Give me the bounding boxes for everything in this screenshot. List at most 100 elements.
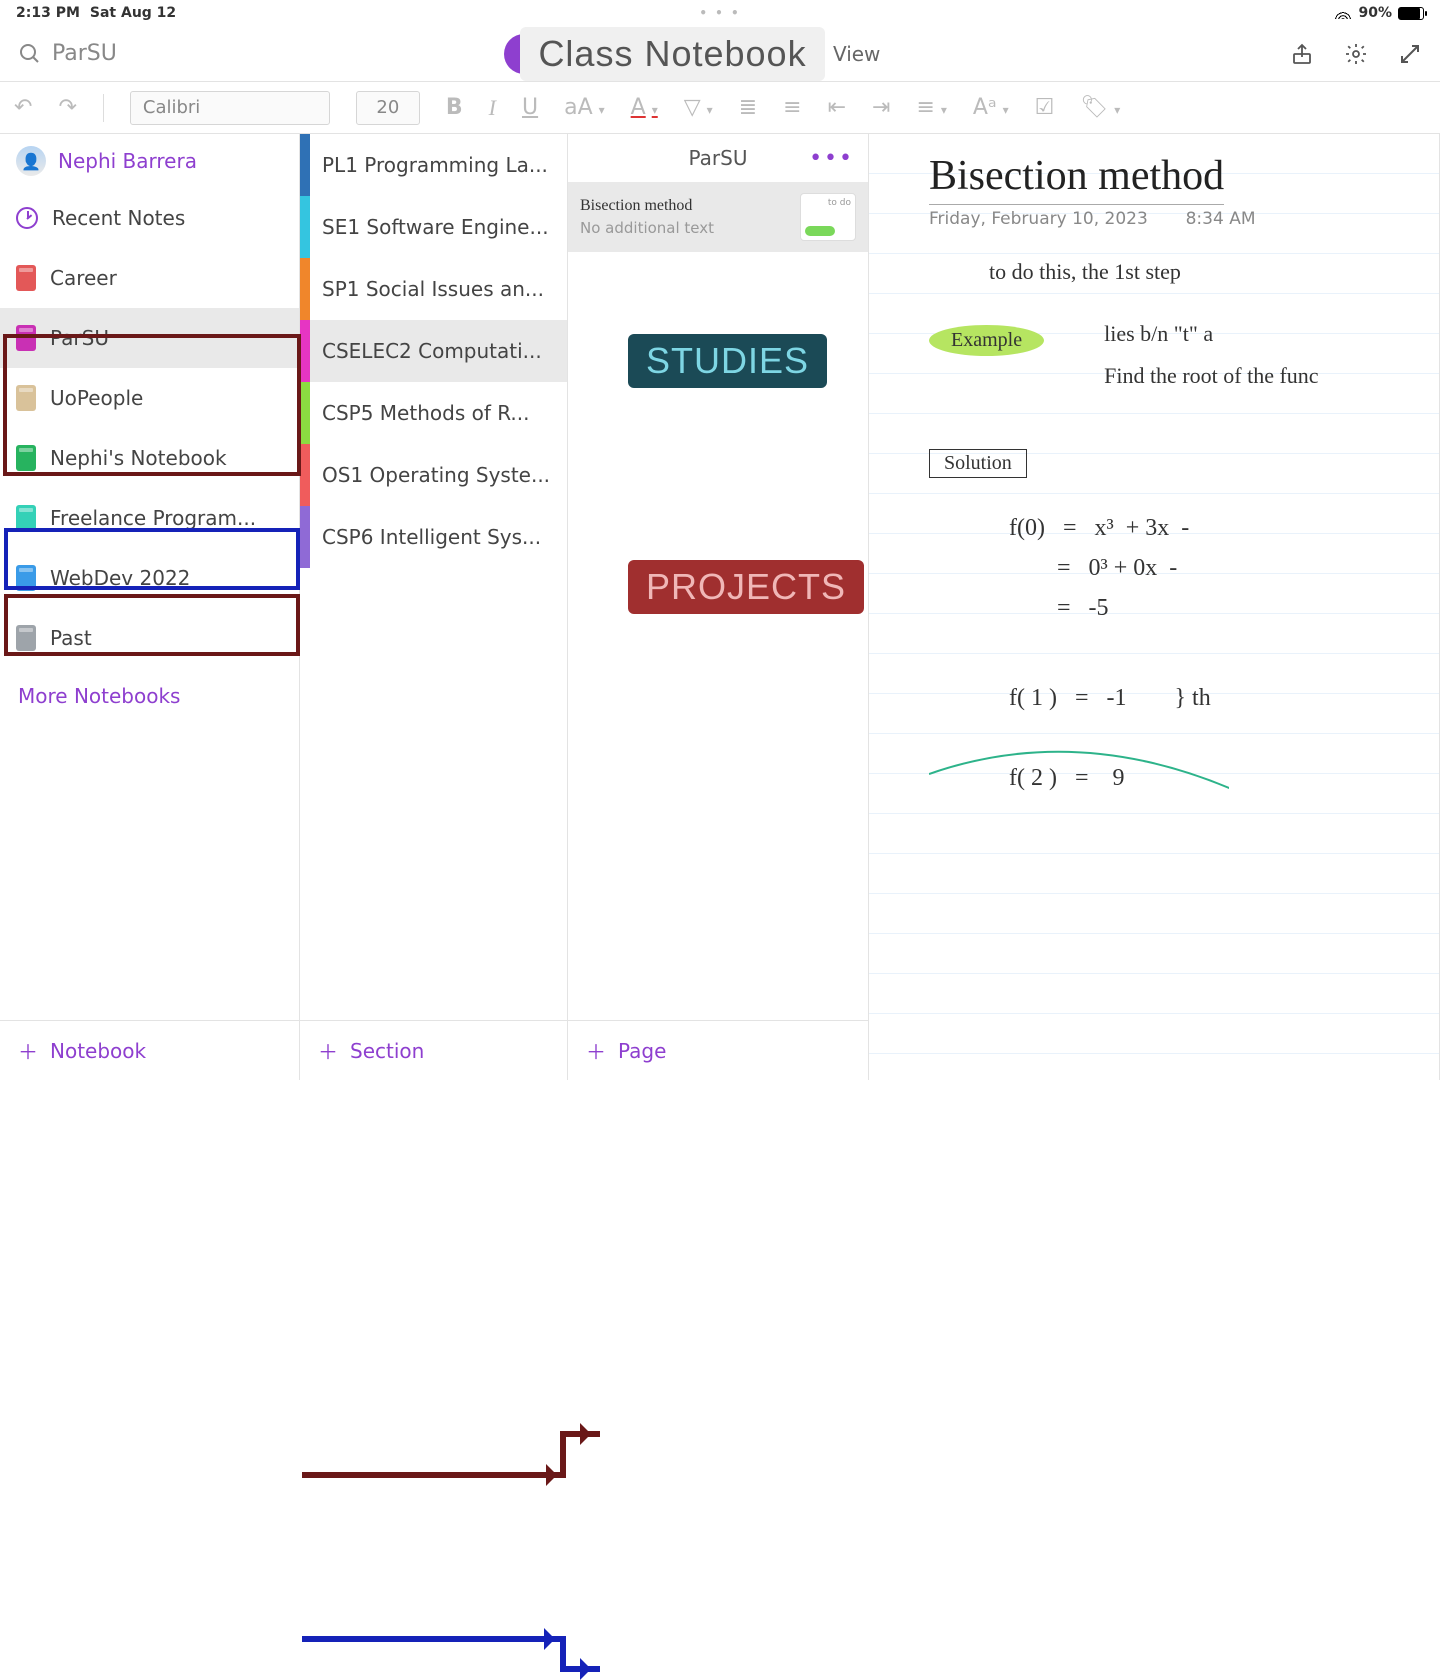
notebook-freelance[interactable]: Freelance Program... <box>0 488 299 548</box>
notebook-icon <box>16 265 36 291</box>
notebook-icon <box>16 565 36 591</box>
indent-button[interactable]: ⇥ <box>872 95 890 120</box>
notebook-nephis[interactable]: Nephi's Notebook <box>0 428 299 488</box>
notebook-title: ParSU ••• <box>568 134 868 182</box>
section-label: CSP6 Intelligent Sys... <box>300 525 541 549</box>
example-highlight: Example <box>929 325 1044 356</box>
section-color-tab <box>300 258 310 320</box>
settings-icon[interactable] <box>1344 42 1368 66</box>
recent-notes[interactable]: Recent Notes <box>0 188 299 248</box>
share-icon[interactable] <box>1290 42 1314 66</box>
annotation-label-projects: PROJECTS <box>628 560 864 614</box>
status-date: Sat Aug 12 <box>90 5 176 21</box>
section-item[interactable]: SP1 Social Issues an... <box>300 258 567 320</box>
textcase-button[interactable]: aA <box>564 95 605 120</box>
plus-icon: ＋ <box>18 1036 38 1065</box>
annotation-label-studies: STUDIES <box>628 334 827 388</box>
note-line: lies b/n "t" a <box>1104 321 1318 347</box>
numbering-button[interactable]: ≡ <box>783 95 801 120</box>
device-statusbar: 2:13 PM Sat Aug 12 • • • 90% <box>0 0 1440 26</box>
notebook-parsu[interactable]: ParSU <box>0 308 299 368</box>
fullscreen-icon[interactable] <box>1398 42 1422 66</box>
page-subtitle: No additional text <box>580 219 788 237</box>
notebook-icon <box>16 625 36 651</box>
notebook-uopeople[interactable]: UoPeople <box>0 368 299 428</box>
section-item[interactable]: CSP5 Methods of R... <box>300 382 567 444</box>
font-color-button[interactable]: A <box>631 95 658 120</box>
format-ribbon: ↶ ↷ Calibri 20 B I U aA A ▽ ≣ ≡ ⇤ ⇥ ≡ Aᵃ… <box>0 82 1440 134</box>
section-color-tab <box>300 444 310 506</box>
paragraph-button[interactable]: ≡ <box>916 95 946 120</box>
section-label: PL1 Programming La... <box>300 153 548 177</box>
note-line: to do this, the 1st step <box>989 259 1439 285</box>
search-placeholder[interactable]: ParSU <box>52 41 117 66</box>
font-size[interactable]: 20 <box>356 91 420 125</box>
clock-icon <box>16 207 38 229</box>
styles-button[interactable]: Aᵃ <box>973 95 1009 120</box>
add-section[interactable]: ＋ Section <box>300 1020 567 1080</box>
section-color-tab <box>300 506 310 568</box>
equation: = -5 <box>1009 588 1439 628</box>
redo-icon[interactable]: ↷ <box>58 95 76 120</box>
section-label: CSP5 Methods of R... <box>300 401 529 425</box>
section-label: SE1 Software Engine... <box>300 215 549 239</box>
note-line: Find the root of the func <box>1104 363 1318 389</box>
notebook-icon <box>16 445 36 471</box>
notebook-past[interactable]: Past <box>0 608 299 668</box>
battery-percent: 90% <box>1358 5 1392 21</box>
multitasking-handle[interactable]: • • • <box>699 6 740 20</box>
tags-button[interactable]: 🏷 <box>1080 95 1120 120</box>
outdent-button[interactable]: ⇤ <box>828 95 846 120</box>
todo-tag-button[interactable]: ☑ <box>1035 95 1055 120</box>
section-color-tab <box>300 320 310 382</box>
section-item[interactable]: CSELEC2 Computati... <box>300 320 567 382</box>
underline-button[interactable]: U <box>522 95 538 120</box>
plus-icon: ＋ <box>318 1036 338 1065</box>
battery-icon <box>1398 7 1424 20</box>
account-name: Nephi Barrera <box>58 149 197 173</box>
section-item[interactable]: OS1 Operating Syste... <box>300 444 567 506</box>
notebook-icon <box>16 385 36 411</box>
solution-box: Solution <box>929 449 1027 478</box>
highlight-button[interactable]: ▽ <box>684 95 713 120</box>
equation: f(0) = x³ + 3x - <box>1009 508 1439 548</box>
section-item[interactable]: PL1 Programming La... <box>300 134 567 196</box>
more-icon[interactable]: ••• <box>809 146 854 171</box>
font-select[interactable]: Calibri <box>130 91 330 125</box>
bullets-button[interactable]: ≣ <box>739 95 757 120</box>
section-label: SP1 Social Issues an... <box>300 277 544 301</box>
equation: f( 2 ) = 9 <box>1009 758 1439 798</box>
italic-button[interactable]: I <box>489 95 496 121</box>
note-title: Bisection method <box>929 152 1224 205</box>
add-page[interactable]: ＋ Page <box>568 1020 868 1080</box>
notebook-pane: 👤 Nephi Barrera Recent Notes Career ParS… <box>0 134 300 1080</box>
avatar-icon: 👤 <box>16 146 46 176</box>
tab-view[interactable]: View <box>811 34 902 74</box>
more-notebooks[interactable]: More Notebooks <box>0 668 299 724</box>
notebook-icon <box>16 505 36 531</box>
search-icon[interactable] <box>18 42 42 66</box>
section-color-tab <box>300 134 310 196</box>
notebook-career[interactable]: Career <box>0 248 299 308</box>
bold-button[interactable]: B <box>446 95 463 120</box>
section-label: OS1 Operating Syste... <box>300 463 550 487</box>
sections-pane: PL1 Programming La... SE1 Software Engine… <box>300 134 568 1080</box>
page-thumbnail <box>800 193 856 241</box>
command-bar: ParSU Home Insert Draw View Class Notebo… <box>0 26 1440 82</box>
undo-icon[interactable]: ↶ <box>14 95 32 120</box>
plus-icon: ＋ <box>586 1036 606 1065</box>
add-notebook[interactable]: ＋ Notebook <box>0 1020 299 1080</box>
section-color-tab <box>300 382 310 444</box>
page-item[interactable]: Bisection method No additional text <box>568 182 868 252</box>
section-color-tab <box>300 196 310 258</box>
section-item[interactable]: CSP6 Intelligent Sys... <box>300 506 567 568</box>
note-canvas[interactable]: Bisection method Friday, February 10, 20… <box>868 134 1440 1080</box>
section-label: CSELEC2 Computati... <box>300 339 542 363</box>
account-row[interactable]: 👤 Nephi Barrera <box>0 134 299 188</box>
notebook-webdev[interactable]: WebDev 2022 <box>0 548 299 608</box>
notebook-icon <box>16 325 36 351</box>
status-time: 2:13 PM <box>16 5 80 21</box>
tab-class-notebook[interactable]: Class Notebook <box>520 27 824 81</box>
section-item[interactable]: SE1 Software Engine... <box>300 196 567 258</box>
page-title: Bisection method <box>580 197 788 215</box>
